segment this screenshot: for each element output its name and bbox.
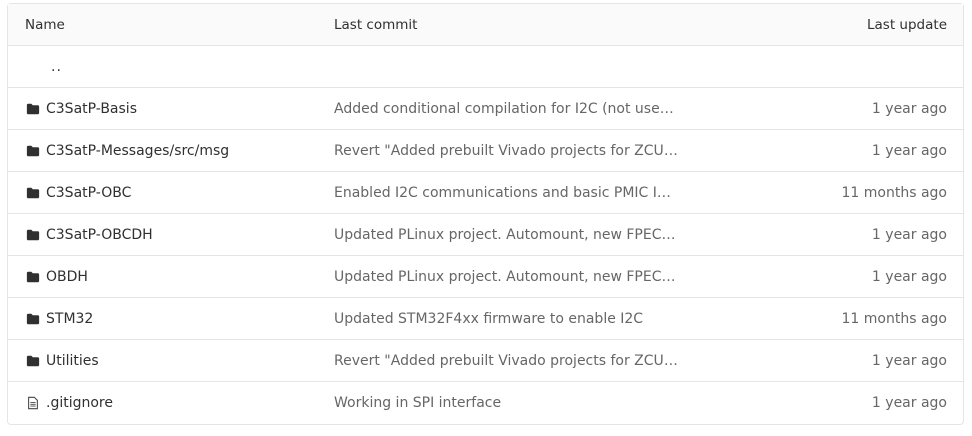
last-update-cell: 1 year ago <box>871 352 947 369</box>
folder-link[interactable]: STM32 <box>46 311 93 327</box>
commit-message-link[interactable]: Enabled I2C communications and basic PMI… <box>334 185 678 201</box>
commit-message-link[interactable]: Updated STM32F4xx firmware to enable I2C <box>334 311 643 327</box>
table-row[interactable]: C3SatP-OBCDH Updated PLinux project. Auto… <box>8 214 963 256</box>
last-update-cell: 1 year ago <box>871 142 947 159</box>
commit-message-link[interactable]: Updated PLinux project. Automount, new F… <box>334 269 678 285</box>
table-row[interactable]: C3SatP-Basis Added conditional compilatio… <box>8 88 963 130</box>
commit-cell: Revert "Added prebuilt Vivado projects f… <box>318 353 678 369</box>
last-update-cell: 11 months ago <box>841 184 947 201</box>
commit-cell: Revert "Added prebuilt Vivado projects f… <box>318 143 678 159</box>
name-cell: OBDH <box>8 269 318 285</box>
header-last-update: Last update <box>867 16 947 33</box>
folder-icon <box>26 312 40 326</box>
parent-directory-row[interactable]: .. <box>8 46 963 88</box>
table-row[interactable]: STM32 Updated STM32F4xx firmware to enabl… <box>8 298 963 340</box>
folder-icon <box>26 270 40 284</box>
commit-cell: Updated STM32F4xx firmware to enable I2C <box>318 311 678 327</box>
folder-icon <box>26 228 40 242</box>
table-row[interactable]: .gitignore Working in SPI interface 1 year… <box>8 382 963 424</box>
folder-link[interactable]: C3SatP-Messages/src/msg <box>46 143 229 159</box>
commit-message-link[interactable]: Revert "Added prebuilt Vivado projects f… <box>334 143 678 159</box>
folder-icon <box>26 102 40 116</box>
folder-link[interactable]: C3SatP-OBC <box>46 185 131 201</box>
name-cell: STM32 <box>8 311 318 327</box>
folder-link[interactable]: OBDH <box>46 269 88 285</box>
table-row[interactable]: C3SatP-OBC Enabled I2C communications and… <box>8 172 963 214</box>
commit-cell: Enabled I2C communications and basic PMI… <box>318 185 678 201</box>
table-header: Name Last commit Last update <box>8 4 963 46</box>
name-cell: C3SatP-OBCDH <box>8 227 318 243</box>
file-link[interactable]: .gitignore <box>46 395 113 411</box>
name-cell: C3SatP-OBC <box>8 185 318 201</box>
commit-message-link[interactable]: Updated PLinux project. Automount, new F… <box>334 227 678 243</box>
last-update-cell: 1 year ago <box>871 226 947 243</box>
folder-link[interactable]: C3SatP-OBCDH <box>46 227 153 243</box>
folder-link[interactable]: C3SatP-Basis <box>46 101 137 117</box>
folder-icon <box>26 354 40 368</box>
commit-message-link[interactable]: Added conditional compilation for I2C (n… <box>334 101 678 117</box>
header-last-commit: Last commit <box>334 16 418 33</box>
header-name: Name <box>25 16 65 33</box>
table-row[interactable]: Utilities Revert "Added prebuilt Vivado p… <box>8 340 963 382</box>
commit-cell: Added conditional compilation for I2C (n… <box>318 101 678 117</box>
name-cell: C3SatP-Basis <box>8 101 318 117</box>
commit-cell: Working in SPI interface <box>318 395 678 411</box>
last-update-cell: 1 year ago <box>871 395 947 411</box>
table-row[interactable]: OBDH Updated PLinux project. Automount, n… <box>8 256 963 298</box>
commit-cell: Updated PLinux project. Automount, new F… <box>318 269 678 285</box>
folder-icon <box>26 186 40 200</box>
last-update-cell: 1 year ago <box>871 268 947 285</box>
file-icon <box>26 396 40 410</box>
name-cell: C3SatP-Messages/src/msg <box>8 143 318 159</box>
last-update-cell: 1 year ago <box>871 100 947 117</box>
folder-link[interactable]: Utilities <box>46 353 99 369</box>
table-row[interactable]: C3SatP-Messages/src/msg Revert "Added pre… <box>8 130 963 172</box>
name-cell: .gitignore <box>8 395 318 411</box>
last-update-cell: 11 months ago <box>841 310 947 327</box>
folder-icon <box>26 144 40 158</box>
name-cell: Utilities <box>8 353 318 369</box>
commit-message-link[interactable]: Revert "Added prebuilt Vivado projects f… <box>334 353 678 369</box>
commit-cell: Updated PLinux project. Automount, new F… <box>318 227 678 243</box>
file-tree-table: Name Last commit Last update .. C3SatP-B… <box>7 3 964 425</box>
parent-directory-link[interactable]: .. <box>25 59 62 75</box>
commit-message-link[interactable]: Working in SPI interface <box>334 395 501 411</box>
